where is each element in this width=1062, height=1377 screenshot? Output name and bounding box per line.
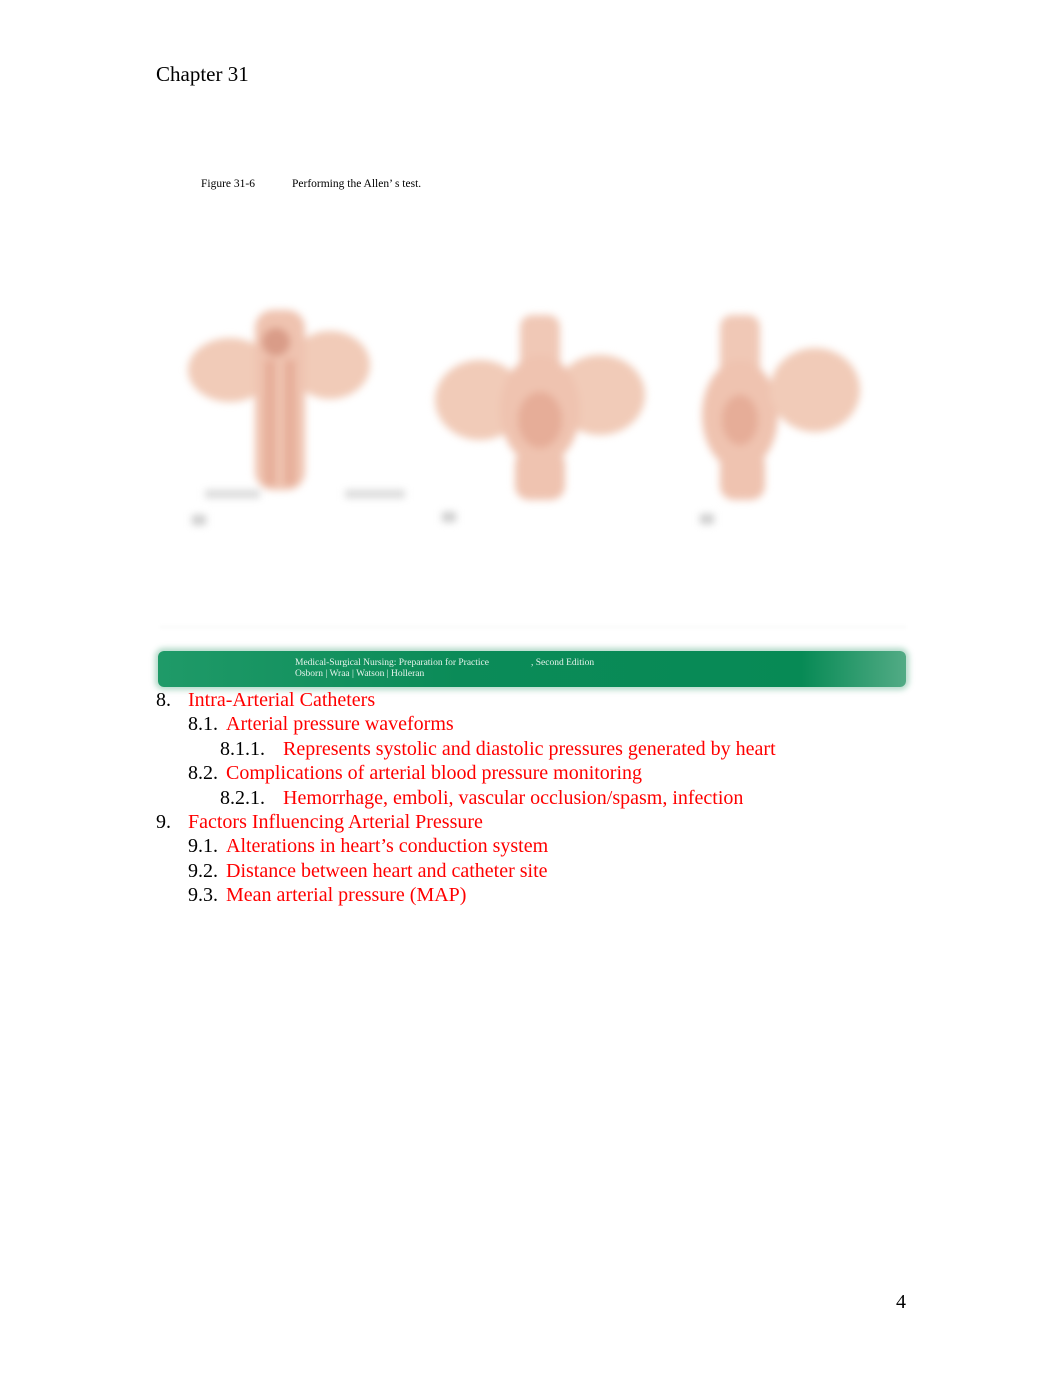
figure-divider: [160, 625, 906, 629]
banner-text: Medical-Surgical Nursing: Preparation fo…: [295, 658, 594, 680]
figure-panel-a: [188, 310, 405, 525]
chapter-header: Chapter 31: [156, 62, 249, 86]
book-edition: , Second Edition: [531, 658, 595, 668]
outline-number: 8.1.: [188, 713, 218, 736]
figure-caption: Figure 31-6 Performing the Allen’ s test.: [201, 177, 421, 191]
outline-text: Intra-Arterial Catheters: [188, 689, 376, 711]
outline-number: 9.1.: [188, 835, 218, 858]
book-banner: Medical-Surgical Nursing: Preparation fo…: [158, 651, 906, 687]
outline-number: 9.3.: [188, 884, 218, 907]
outline-number: 9.2.: [188, 859, 218, 882]
outline-number: 9.: [156, 810, 171, 833]
allens-test-figure: [180, 290, 880, 540]
figure-panel-c: [700, 315, 860, 524]
allens-test-illustration: [188, 310, 860, 525]
figure-number: Figure 31-6: [201, 178, 255, 190]
page-number: 4: [896, 1291, 906, 1313]
outline-text: Complications of arterial blood pressure…: [226, 762, 643, 785]
outline-text: Hemorrhage, emboli, vascular occlusion/s…: [283, 786, 744, 809]
outline-text: Arterial pressure waveforms: [226, 713, 454, 736]
outline-number: 8.2.1.: [220, 786, 265, 809]
outline-number: 8.2.: [188, 762, 218, 785]
outline-number: 8.: [156, 689, 171, 711]
outline-number: 8.1.1.: [220, 737, 265, 760]
outline-text: Mean arterial pressure (MAP): [226, 884, 467, 907]
outline-text: Alterations in heart’s conduction system: [226, 835, 549, 858]
book-title: Medical-Surgical Nursing: Preparation fo…: [295, 658, 489, 668]
outline-text: Factors Influencing Arterial Pressure: [188, 810, 483, 833]
outline-text: Distance between heart and catheter site: [226, 859, 548, 882]
figure-panel-b: [435, 315, 645, 522]
figure-caption-text: Performing the Allen’ s test.: [292, 178, 422, 190]
book-authors: Osborn | Wraa | Watson | Holleran: [295, 669, 425, 679]
outline-text: Represents systolic and diastolic pressu…: [283, 737, 776, 760]
